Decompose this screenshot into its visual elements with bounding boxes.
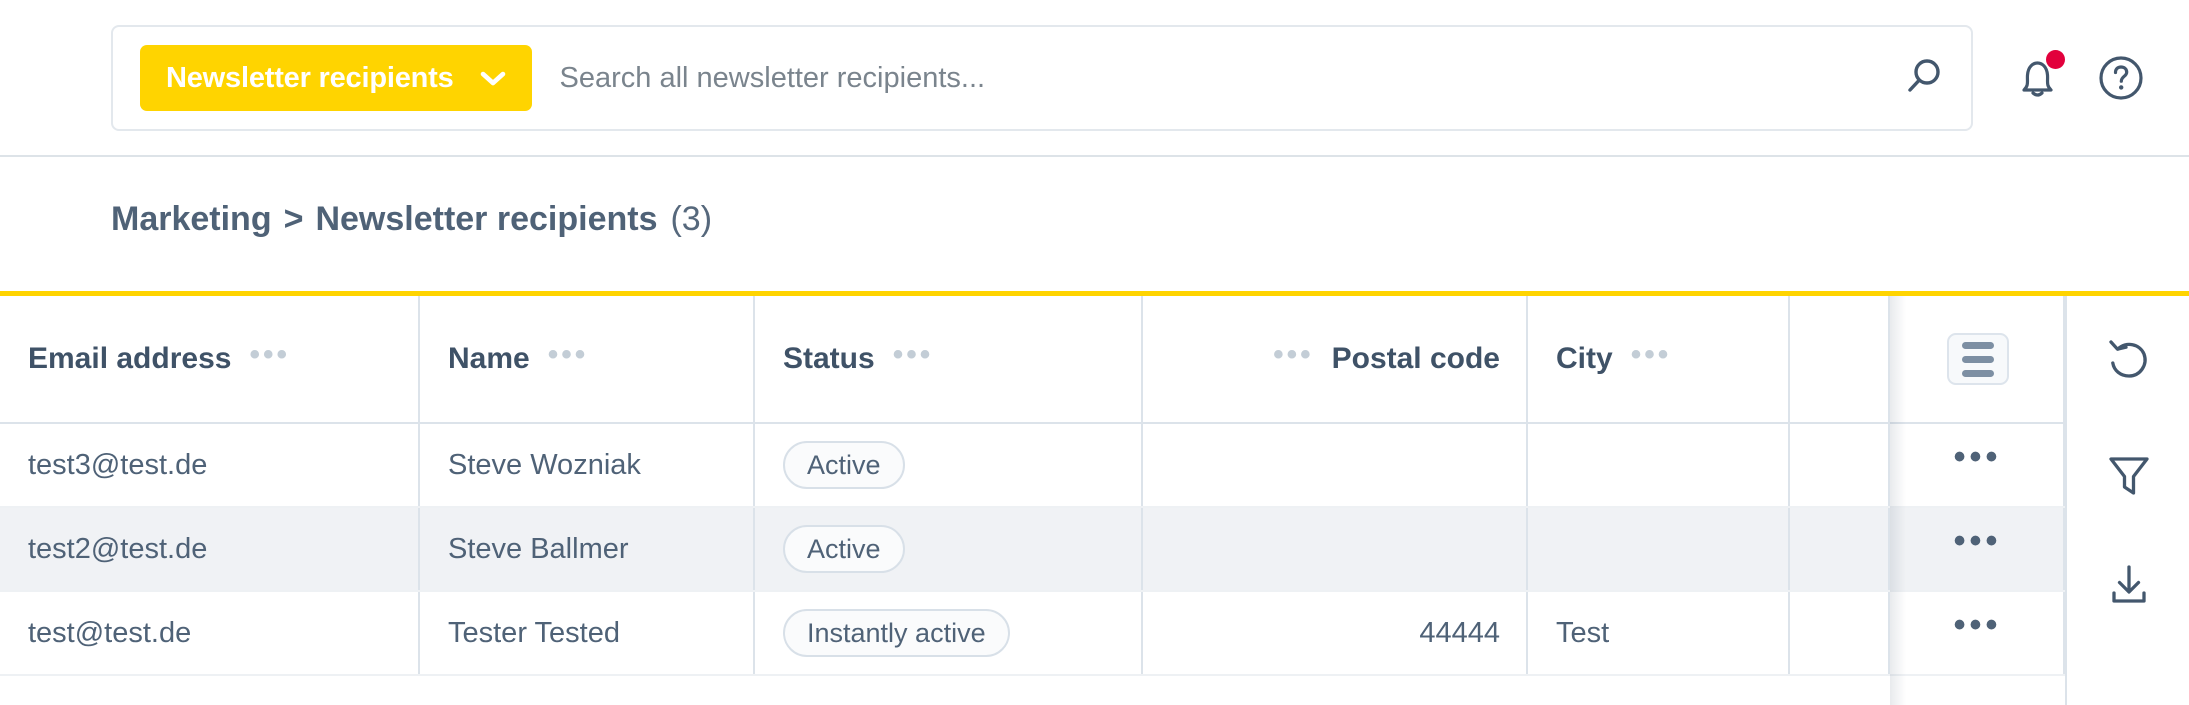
column-header-status-label: Status [783,342,875,375]
cell-postal-code: 44444 [1143,592,1528,674]
cell-email: test3@test.de [0,424,420,506]
global-search-bar: Newsletter recipients [111,25,1973,131]
search-submit-button[interactable] [1875,27,1971,129]
column-header-email[interactable]: Email address ••• [0,296,420,422]
breadcrumb-parent[interactable]: Marketing [111,200,272,239]
column-menu-icon-status[interactable]: ••• [893,340,934,370]
notification-badge-dot [2046,50,2065,69]
row-actions-menu-icon[interactable]: ••• [1954,608,2002,642]
cell-spacer [1790,592,1890,674]
download-icon [2102,558,2156,615]
table-row[interactable]: test2@test.de Steve Ballmer Active ••• [0,508,2189,592]
column-header-email-label: Email address [28,342,232,375]
status-badge: Active [783,525,905,573]
cell-postal-code [1143,424,1528,506]
search-icon [1901,55,1945,102]
global-top-bar: Newsletter recipients [0,0,2189,157]
column-header-city[interactable]: City ••• [1528,296,1790,422]
app-page: Newsletter recipients Search all newslet… [0,0,2189,705]
column-menu-icon-postal-code[interactable]: ••• [1273,340,1314,370]
cell-email: test2@test.de [0,508,420,590]
column-menu-icon-name[interactable]: ••• [548,340,589,370]
table-action-rail [2065,296,2189,705]
cell-city [1528,424,1790,506]
reset-view-button[interactable] [2067,326,2189,396]
cell-status: Active [755,508,1143,590]
notifications-button[interactable] [2011,50,2065,107]
row-actions-menu-icon[interactable]: ••• [1954,440,2002,474]
status-badge: Instantly active [783,609,1010,657]
column-header-city-label: City [1556,342,1613,375]
cell-row-actions: ••• [1890,508,2065,590]
cell-name: Tester Tested [420,592,755,674]
search-scope-label: Newsletter recipients [166,61,454,94]
cell-row-actions: ••• [1890,424,2065,506]
row-actions-menu-icon[interactable]: ••• [1954,524,2002,558]
table-header-row: Email address ••• Name ••• Status ••• ••… [0,296,2189,424]
help-button[interactable] [2095,52,2147,104]
status-badge: Active [783,441,905,489]
cell-city: Test [1528,592,1790,674]
column-header-postal-code[interactable]: ••• Postal code [1143,296,1528,422]
search-scope-dropdown[interactable]: Newsletter recipients [140,45,532,111]
chevron-down-icon [480,71,506,86]
cell-city [1528,508,1790,590]
question-circle-icon [2095,56,2147,107]
column-header-postal-code-label: Postal code [1331,342,1500,375]
cell-status: Active [755,424,1143,506]
breadcrumb: Marketing > Newsletter recipients (3) [111,200,712,239]
column-header-name[interactable]: Name ••• [420,296,755,422]
undo-arrow-icon [2102,333,2156,390]
cell-status: Instantly active [755,592,1143,674]
cell-name: Steve Wozniak [420,424,755,506]
filter-button[interactable] [2067,441,2189,511]
search-input[interactable] [559,61,1875,95]
cell-name: Steve Ballmer [420,508,755,590]
cell-postal-code [1143,508,1528,590]
column-header-status[interactable]: Status ••• [755,296,1143,422]
funnel-filter-icon [2102,448,2156,505]
column-menu-icon-city[interactable]: ••• [1631,340,1672,370]
record-count: (3) [670,200,713,238]
cell-row-actions: ••• [1890,592,2065,674]
table-row[interactable]: test3@test.de Steve Wozniak Active ••• [0,424,2189,508]
column-header-spacer [1790,296,1890,422]
breadcrumb-separator: > [283,200,304,238]
download-export-button[interactable] [2067,551,2189,621]
recipients-table: Email address ••• Name ••• Status ••• ••… [0,296,2189,705]
list-menu-icon[interactable] [1946,333,2009,385]
column-header-actions [1890,296,2065,422]
table-row[interactable]: test@test.de Tester Tested Instantly act… [0,592,2189,676]
bell-icon [2011,61,2063,107]
column-menu-icon-email[interactable]: ••• [249,340,290,370]
column-header-name-label: Name [448,342,530,375]
cell-spacer [1790,424,1890,506]
cell-spacer [1790,508,1890,590]
breadcrumb-current: Newsletter recipients [315,200,658,238]
cell-email: test@test.de [0,592,420,674]
